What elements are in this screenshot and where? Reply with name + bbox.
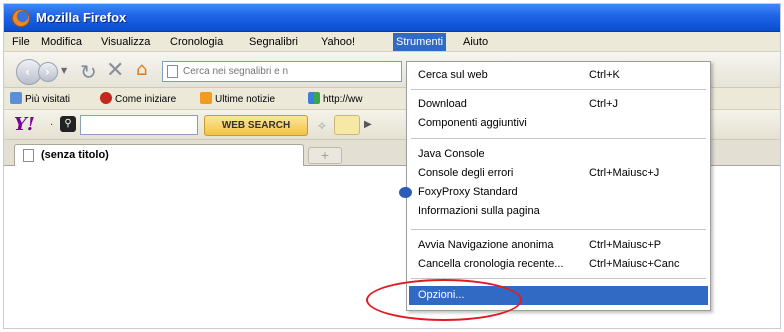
yahoo-dropdown-icon[interactable]: · [50, 120, 53, 131]
menu-separator [411, 138, 706, 139]
new-tab-button[interactable]: + [308, 147, 342, 164]
bookmark-label: Più visitati [25, 94, 71, 105]
menu-file[interactable]: File [9, 35, 33, 51]
firefox-logo-icon [12, 9, 30, 27]
address-bar[interactable] [162, 61, 402, 82]
bookmark-label: http://ww [323, 94, 363, 105]
menu-item-componenti-aggiuntivi[interactable]: Componenti aggiuntivi [409, 114, 708, 133]
strumenti-menu: Cerca sul web Ctrl+K Download Ctrl+J Compo… [399, 61, 711, 311]
yahoo-logo-icon[interactable]: Y! [14, 114, 35, 135]
tab-untitled[interactable]: (senza titolo) [14, 144, 304, 166]
page-icon [167, 65, 178, 78]
menu-item-shortcut: Ctrl+Maiusc+Canc [589, 258, 680, 270]
browser-window: Mozilla Firefox File Modifica Visualizza… [3, 3, 781, 329]
menu-item-foxyproxy[interactable]: FoxyProxy Standard [399, 183, 708, 202]
back-arrow-icon: ‹ [25, 65, 30, 79]
menu-separator [411, 89, 706, 90]
menu-strumenti[interactable]: Strumenti [393, 33, 447, 51]
menu-item-shortcut: Ctrl+J [589, 98, 619, 110]
menu-item-cancella-cronologia[interactable]: Cancella cronologia recente... Ctrl+Maius… [409, 255, 708, 274]
tab-label: (senza titolo) [41, 149, 109, 161]
more-icon[interactable]: ▶ [364, 119, 372, 130]
yahoo-mail-icon[interactable] [334, 115, 360, 135]
yahoo-search-input[interactable] [80, 115, 198, 135]
menu-item-label: Java Console [418, 148, 485, 160]
bookmark-link[interactable]: http://ww [308, 92, 362, 105]
menu-item-shortcut: Ctrl+Maiusc+P [589, 239, 662, 251]
web-bookmark-icon [308, 92, 320, 104]
menu-item-label: Download [418, 98, 467, 110]
menu-separator [411, 229, 706, 230]
menu-item-console-errori[interactable]: Console degli errori Ctrl+Maiusc+J [409, 164, 708, 183]
menu-item-informazioni-pagina[interactable]: Informazioni sulla pagina [409, 202, 708, 221]
highlight-ellipse [366, 279, 522, 321]
address-input[interactable] [183, 64, 398, 79]
window-title: Mozilla Firefox [36, 10, 127, 25]
firefox-bookmark-icon [100, 92, 112, 104]
menu-segnalibri[interactable]: Segnalibri [246, 35, 301, 51]
page-icon [23, 149, 34, 162]
history-dropdown-icon[interactable]: ▼ [61, 66, 67, 75]
foxyproxy-icon [399, 187, 412, 198]
home-icon[interactable]: ⌂ [136, 59, 147, 80]
bookmark-most-visited[interactable]: Più visitati [10, 92, 70, 105]
menu-item-label: Cerca sul web [418, 69, 488, 81]
menu-aiuto[interactable]: Aiuto [460, 35, 491, 51]
menu-bar: File Modifica Visualizza Cronologia Segn… [4, 32, 780, 52]
stop-icon[interactable]: ✕ [106, 58, 124, 83]
rss-icon [200, 92, 212, 104]
magnifier-icon[interactable]: ⚲ [60, 116, 76, 132]
forward-arrow-icon: › [45, 65, 50, 79]
menu-item-label: Avvia Navigazione anonima [418, 239, 554, 251]
menu-modifica[interactable]: Modifica [38, 35, 85, 51]
menu-item-navigazione-anonima[interactable]: Avvia Navigazione anonima Ctrl+Maiusc+P [409, 236, 708, 255]
bookmark-folder-icon [10, 92, 22, 104]
menu-item-cerca-sul-web[interactable]: Cerca sul web Ctrl+K [409, 66, 708, 85]
bookmark-label: Ultime notizie [215, 94, 276, 105]
menu-item-label: Console degli errori [418, 167, 514, 179]
title-bar: Mozilla Firefox [4, 4, 780, 32]
reload-icon[interactable]: ↻ [80, 60, 97, 84]
menu-item-shortcut: Ctrl+K [589, 69, 620, 81]
menu-item-download[interactable]: Download Ctrl+J [409, 95, 708, 114]
toolbar-divider: ⟡ [318, 118, 326, 132]
bookmark-label: Come iniziare [115, 94, 177, 105]
bookmark-getting-started[interactable]: Come iniziare [100, 92, 176, 105]
menu-item-label: Cancella cronologia recente... [418, 258, 564, 270]
menu-item-label: Informazioni sulla pagina [418, 205, 540, 217]
bookmark-latest-news[interactable]: Ultime notizie [200, 92, 275, 105]
menu-yahoo[interactable]: Yahoo! [318, 35, 358, 51]
menu-item-shortcut: Ctrl+Maiusc+J [589, 167, 660, 179]
menu-item-label: Componenti aggiuntivi [418, 117, 527, 129]
menu-cronologia[interactable]: Cronologia [167, 35, 226, 51]
forward-button[interactable]: › [38, 62, 58, 82]
web-search-button[interactable]: WEB SEARCH [204, 115, 308, 136]
menu-item-label: FoxyProxy Standard [418, 186, 518, 198]
menu-item-java-console[interactable]: Java Console [409, 145, 708, 164]
menu-visualizza[interactable]: Visualizza [98, 35, 153, 51]
